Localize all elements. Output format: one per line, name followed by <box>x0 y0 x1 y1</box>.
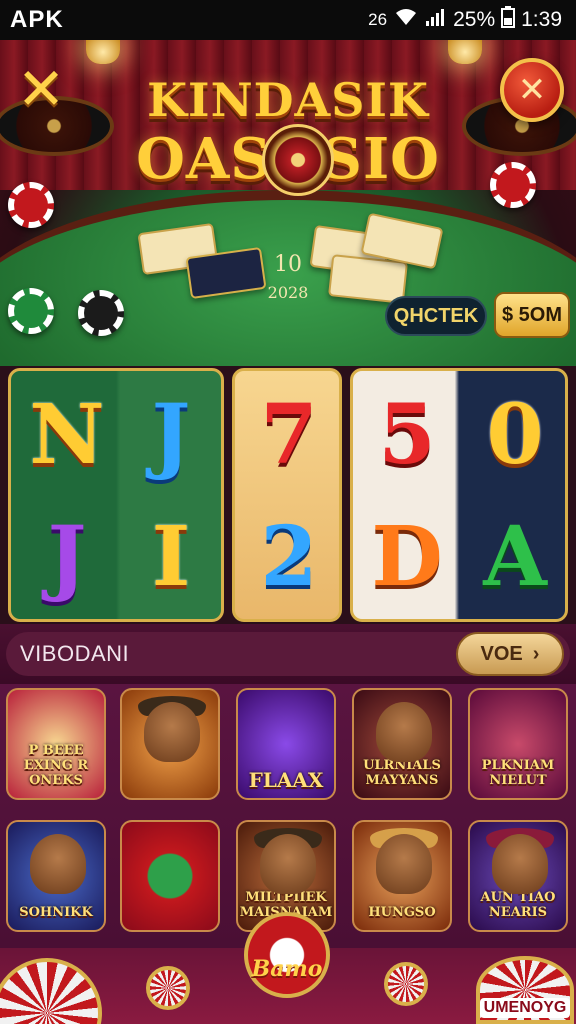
reel-2[interactable]: 7 2 <box>232 368 342 622</box>
game-title: SOHNIKK <box>19 905 93 920</box>
game-title: PLKNIAM NIELUT <box>481 758 555 788</box>
battery-icon <box>501 6 516 34</box>
reel-symbol: J <box>47 509 87 605</box>
game-tile[interactable] <box>120 688 220 800</box>
more-label: VOE <box>480 642 523 665</box>
reel-symbol: J <box>151 387 191 483</box>
clock: 1:39 <box>521 8 562 31</box>
game-tile[interactable]: P BEEE EXING R ONEKS <box>6 688 106 800</box>
character-portrait <box>144 702 200 762</box>
network-indicator: 26 <box>368 10 388 29</box>
game-tile[interactable]: HUNGSO <box>352 820 452 932</box>
character-portrait <box>376 834 432 894</box>
chip-icon <box>78 290 124 336</box>
chip-icon <box>8 288 54 334</box>
menu-label: UMENOYG <box>479 998 571 1018</box>
bonus-label: Bamo <box>251 956 323 982</box>
game-tile[interactable]: SOHNIKK <box>6 820 106 932</box>
menu-badge[interactable]: UMENOYG <box>476 956 574 1024</box>
signal-icon <box>425 7 447 33</box>
games-grid: P BEEE EXING R ONEKS FLAAX ULRNIALS MAYY… <box>0 684 576 948</box>
reel-3[interactable]: 5 0 D A <box>350 368 568 622</box>
more-button[interactable]: VOE › <box>456 632 564 676</box>
character-portrait <box>260 834 316 894</box>
character-portrait <box>30 834 86 894</box>
chip-icon[interactable] <box>146 966 190 1010</box>
bonus-badge[interactable]: Bamo <box>244 912 330 998</box>
logo-line-1: KINDASIK <box>147 73 429 127</box>
game-title: AUN TIAO NEARIS <box>480 890 556 920</box>
x-icon[interactable]: ✕ <box>14 55 68 123</box>
section-header: VIBODANI VOE › <box>0 624 576 684</box>
bet-number: 10 <box>274 252 302 277</box>
reel-symbol: I <box>151 509 191 605</box>
bet-year: 2028 <box>267 283 309 302</box>
reel-symbol: 7 <box>260 387 318 483</box>
reel-symbol: D <box>371 509 443 605</box>
lamp-icon <box>448 40 482 64</box>
close-button[interactable]: ✕ <box>500 58 564 122</box>
close-icon: ✕ <box>517 70 547 110</box>
game-tile[interactable] <box>120 820 220 932</box>
chip-icon <box>490 162 536 208</box>
battery-percent: 25% <box>453 8 496 31</box>
reel-symbol: N <box>29 387 105 483</box>
reel-symbol: 5 <box>378 387 436 483</box>
app-name: APK <box>10 6 64 33</box>
bet-area: 10 2028 <box>232 252 344 302</box>
chevron-right-icon: › <box>532 642 540 665</box>
character-portrait <box>376 702 432 762</box>
slot-reels: N J J I 7 2 5 0 D A <box>0 366 576 624</box>
reel-symbol: A <box>483 509 547 605</box>
section-bar: VIBODANI VOE › <box>6 632 570 676</box>
game-tile[interactable]: ULRNIALS MAYYANS <box>352 688 452 800</box>
status-icons: 26 25% 1:39 <box>368 6 562 34</box>
reel-1[interactable]: N J J I <box>8 368 224 622</box>
wifi-icon <box>393 7 419 33</box>
balance-button[interactable]: $ 5OM <box>494 292 570 338</box>
game-tile[interactable]: AUN TIAO NEARIS <box>468 820 568 932</box>
game-title: HUNGSO <box>368 905 436 920</box>
game-title: ULRNIALS MAYYANS <box>363 758 441 788</box>
reel-symbol: 0 <box>486 387 544 483</box>
game-tile[interactable]: PLKNIAM NIELUT <box>468 688 568 800</box>
reel-symbol: 2 <box>260 509 318 605</box>
chip-icon <box>8 182 54 228</box>
roulette-wheel-icon <box>262 124 334 196</box>
game-title: P BEEE EXING R ONEKS <box>23 743 89 788</box>
section-title: VIBODANI <box>20 641 130 666</box>
checkout-button[interactable]: QHCTEK <box>385 296 487 336</box>
status-bar: APK 26 25% 1:39 <box>0 0 576 40</box>
game-tile[interactable]: FLAAX <box>236 688 336 800</box>
chip-icon[interactable] <box>384 962 428 1006</box>
character-portrait <box>492 834 548 894</box>
game-title: FLAAX <box>248 768 324 792</box>
lamp-icon <box>86 40 120 64</box>
